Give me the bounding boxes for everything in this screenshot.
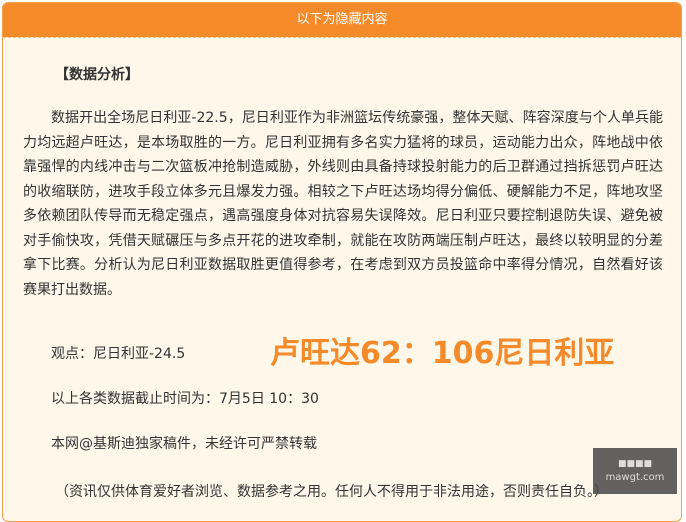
analysis-text: 数据开出全场尼日利亚-22.5，尼日利亚作为非洲篮坛传统豪强，整体天赋、阵容深度…: [23, 110, 663, 298]
hidden-content-header: 以下为隐藏内容: [3, 3, 681, 37]
analysis-paragraph: 数据开出全场尼日利亚-22.5，尼日利亚作为非洲篮坛传统豪强，整体天赋、阵容深度…: [23, 106, 663, 302]
copyright-notice: 本网@基斯迪独家稿件，未经许可严禁转载: [51, 436, 317, 452]
watermark-line2: mawgt.com: [605, 472, 665, 483]
section-title: 【数据分析】: [55, 67, 139, 83]
hidden-content-box: 以下为隐藏内容 【数据分析】 数据开出全场尼日利亚-22.5，尼日利亚作为非洲篮…: [2, 2, 682, 522]
viewpoint-text: 观点：尼日利亚-24.5: [51, 346, 186, 362]
watermark-line1: ■■■■: [617, 459, 652, 469]
data-cutoff-time: 以上各类数据截止时间为：7月5日 10：30: [51, 391, 319, 407]
site-watermark: ■■■■ mawgt.com: [593, 448, 677, 494]
final-score: 卢旺达62：106尼日利亚: [270, 336, 615, 371]
article-content: 【数据分析】 数据开出全场尼日利亚-22.5，尼日利亚作为非洲篮坛传统豪强，整体…: [3, 37, 681, 521]
disclaimer-text: （资讯仅供体育爱好者浏览、数据参考之用。任何人不得用于非法用途，否则责任自负。）: [55, 484, 608, 500]
